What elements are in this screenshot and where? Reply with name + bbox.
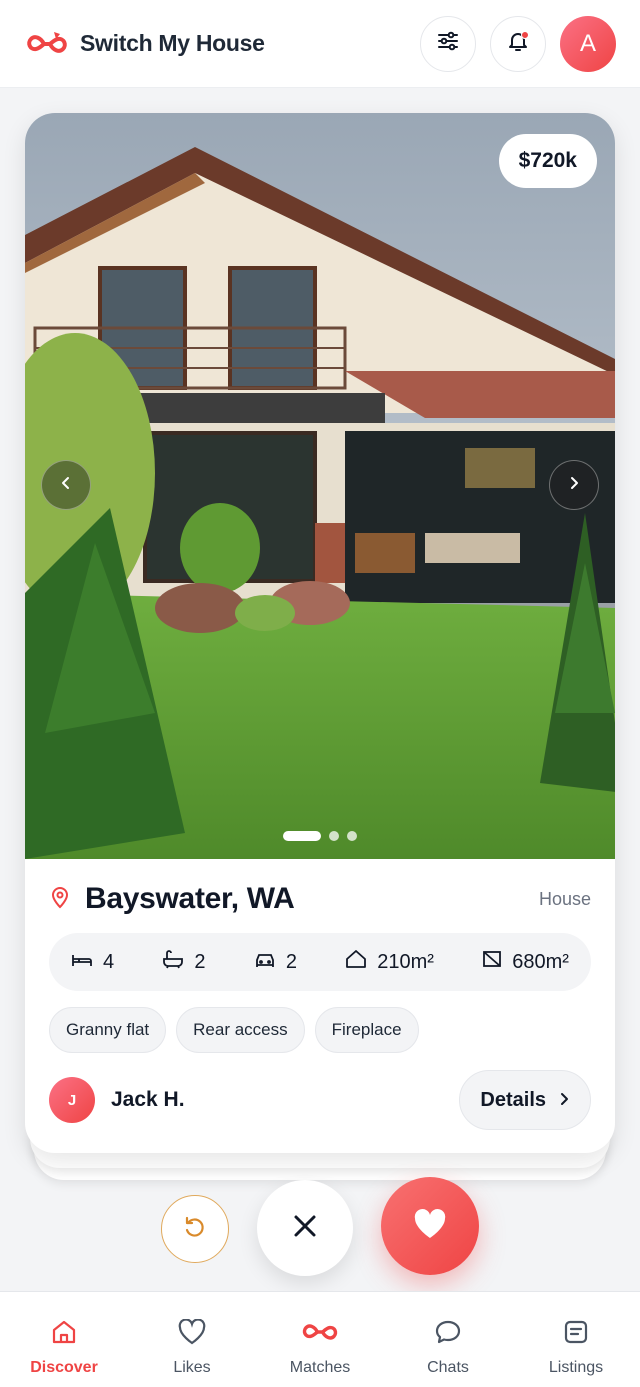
photo-pagination: [283, 831, 357, 841]
location-pin-icon: [49, 885, 71, 914]
bed-icon: [71, 951, 93, 974]
details-button[interactable]: Details: [459, 1070, 591, 1130]
listing-card[interactable]: $720k Bayswater, WA House 4 2 2 210m² 68…: [25, 113, 615, 1153]
property-type: House: [538, 888, 591, 909]
feature-tags: Granny flat Rear access Fireplace: [49, 1007, 419, 1053]
listing-specs: 4 2 2 210m² 680m²: [49, 933, 591, 991]
chat-bubble-icon: [434, 1317, 462, 1347]
bottom-navigation: Discover Likes Matches Chats Listings: [0, 1291, 640, 1387]
photo-dot-active[interactable]: [283, 831, 321, 841]
nav-chats[interactable]: Chats: [384, 1292, 512, 1387]
brand-name: Switch My House: [80, 30, 265, 56]
list-icon: [563, 1317, 589, 1347]
bath-icon: [162, 949, 184, 975]
home-icon: [50, 1317, 78, 1347]
chevron-right-icon: [567, 476, 581, 495]
owner-name[interactable]: Jack H.: [111, 1088, 185, 1112]
heart-icon: [413, 1208, 447, 1244]
nav-likes[interactable]: Likes: [128, 1292, 256, 1387]
nav-matches[interactable]: Matches: [256, 1292, 384, 1387]
heart-outline-icon: [178, 1317, 206, 1347]
feature-tag: Fireplace: [314, 1007, 419, 1053]
filter-button[interactable]: [420, 15, 476, 72]
close-icon: [292, 1213, 318, 1244]
photo-dot[interactable]: [347, 831, 357, 841]
car-icon: [254, 950, 276, 974]
spec-bedrooms: 4: [71, 951, 114, 974]
spec-land-area: 680m²: [482, 950, 569, 974]
next-photo-button[interactable]: [549, 460, 599, 510]
feature-tag: Granny flat: [49, 1007, 167, 1053]
user-avatar[interactable]: A: [560, 15, 616, 72]
pass-button[interactable]: [257, 1180, 353, 1276]
swap-logo-icon: [24, 28, 70, 60]
owner-avatar[interactable]: J: [49, 1077, 95, 1123]
swap-logo-icon: [300, 1317, 340, 1347]
chevron-left-icon: [59, 476, 73, 495]
land-area-icon: [482, 950, 502, 974]
notifications-button[interactable]: [490, 15, 546, 72]
notification-dot: [521, 30, 529, 39]
spec-house-area: 210m²: [345, 949, 434, 975]
feature-tag: Rear access: [176, 1007, 305, 1053]
spec-car-spaces: 2: [254, 950, 297, 974]
sliders-icon: [437, 31, 459, 56]
nav-discover[interactable]: Discover: [0, 1292, 128, 1387]
chevron-right-icon: [558, 1089, 570, 1112]
like-button[interactable]: [381, 1177, 479, 1275]
price-badge: $720k: [498, 134, 597, 188]
house-area-icon: [345, 949, 367, 975]
spec-bathrooms: 2: [162, 949, 206, 975]
undo-icon: [182, 1214, 208, 1245]
listing-photo[interactable]: $720k: [25, 113, 615, 859]
nav-listings[interactable]: Listings: [512, 1292, 640, 1387]
app-header: Switch My House A: [0, 0, 640, 88]
prev-photo-button[interactable]: [41, 460, 91, 510]
listing-location: Bayswater, WA: [85, 882, 295, 915]
undo-button[interactable]: [161, 1195, 229, 1263]
photo-dot[interactable]: [329, 831, 339, 841]
